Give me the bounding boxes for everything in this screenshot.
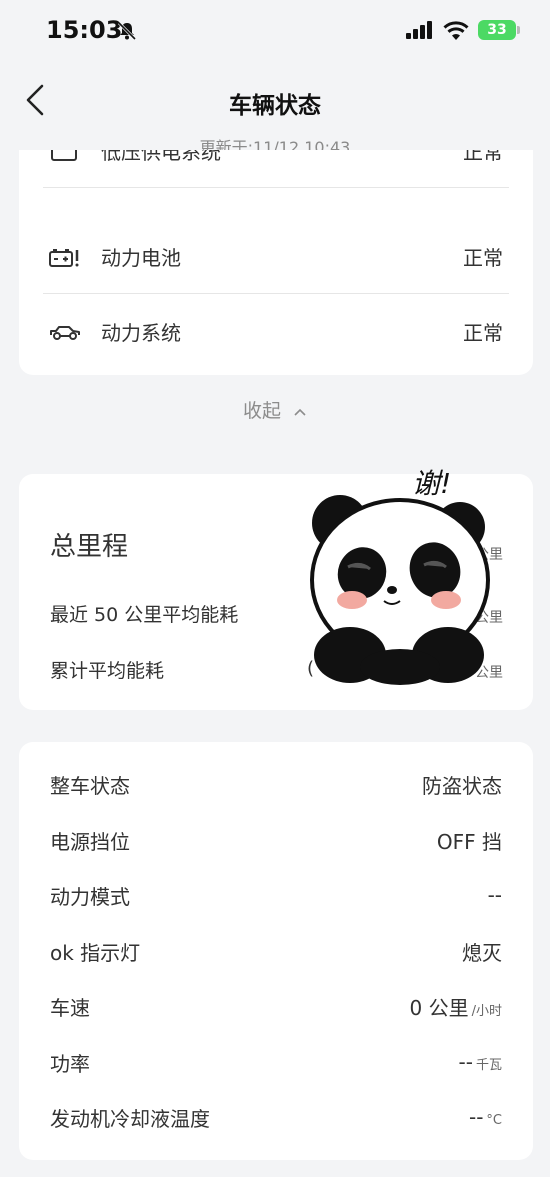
state-value: OFF 挡 bbox=[436, 829, 502, 854]
state-value: -- bbox=[487, 883, 502, 907]
panda-sticker-image: 谢! bbox=[310, 467, 490, 685]
system-row-power-battery: 动力电池 正常 bbox=[43, 220, 509, 294]
chevron-up-icon bbox=[294, 408, 306, 416]
state-label: ok 指示灯 bbox=[50, 940, 141, 965]
total-mileage-title: 总里程 bbox=[50, 532, 129, 562]
state-unit: 千瓦 bbox=[475, 1058, 502, 1073]
collapse-button[interactable]: 收起 bbox=[0, 396, 550, 423]
state-row: 发动机冷却液温度 -- °C bbox=[50, 1097, 502, 1137]
system-row-low-voltage: 低压供电系统 正常 bbox=[43, 150, 509, 188]
page-title: 车辆状态 bbox=[229, 93, 321, 119]
system-value: 正常 bbox=[463, 150, 503, 164]
status-bar: 15:03 33 bbox=[0, 0, 550, 62]
state-unit: /小时 bbox=[471, 1003, 502, 1019]
car-engine-icon bbox=[50, 326, 80, 340]
nav-bar: 车辆状态 更新于:11/12 10:43 bbox=[0, 62, 550, 162]
system-label: 动力电池 bbox=[101, 246, 181, 270]
bell-muted-icon bbox=[117, 21, 137, 41]
state-label: 动力模式 bbox=[50, 884, 130, 909]
collapse-label: 收起 bbox=[242, 400, 281, 422]
state-row: 电源挡位 OFF 挡 bbox=[50, 820, 502, 860]
total-consumption-label: 累计平均能耗 bbox=[50, 660, 165, 682]
state-value: 0 公里 bbox=[409, 995, 469, 1020]
state-value: 防盗状态 bbox=[422, 773, 502, 798]
system-label: 动力系统 bbox=[101, 320, 181, 345]
state-row: 动力模式 -- bbox=[50, 875, 502, 915]
battery-warning-icon bbox=[49, 248, 79, 267]
vehicle-state-card: 整车状态 防盗状态 电源挡位 OFF 挡 动力模式 -- ok 指示灯 熄灭 车… bbox=[19, 742, 533, 1160]
sticker-text: 谢! bbox=[412, 467, 451, 500]
state-row: 功率 -- 千瓦 bbox=[50, 1042, 502, 1082]
cellular-signal-icon bbox=[406, 21, 432, 39]
state-label: 电源挡位 bbox=[50, 829, 130, 854]
state-row: 车速 0 公里 /小时 bbox=[50, 986, 502, 1026]
recent-consumption-label: 最近 50 公里平均能耗 bbox=[50, 604, 239, 626]
state-label: 功率 bbox=[50, 1051, 90, 1076]
battery-level: 33 bbox=[487, 22, 507, 38]
state-value: 熄灭 bbox=[462, 940, 502, 965]
status-time: 15:03 bbox=[46, 16, 123, 44]
system-value: 正常 bbox=[463, 246, 503, 270]
state-label: 整车状态 bbox=[50, 773, 130, 798]
system-status-card: 低压供电系统 正常 动力电池 正常 动力系统 正常 bbox=[19, 150, 533, 375]
state-value: -- bbox=[468, 1105, 484, 1129]
state-label: 发动机冷却液温度 bbox=[50, 1106, 210, 1131]
battery-indicator: 33 bbox=[478, 20, 520, 40]
state-row: 整车状态 防盗状态 bbox=[50, 764, 502, 804]
battery-low-voltage-icon bbox=[51, 150, 77, 161]
state-value: -- bbox=[458, 1050, 473, 1074]
state-unit: °C bbox=[486, 1113, 502, 1128]
state-label: 车速 bbox=[50, 995, 90, 1020]
system-value: 正常 bbox=[463, 320, 503, 345]
state-row: ok 指示灯 熄灭 bbox=[50, 931, 502, 971]
system-label: 低压供电系统 bbox=[101, 150, 221, 164]
wifi-icon bbox=[443, 20, 469, 40]
system-row-powertrain: 动力系统 正常 bbox=[43, 294, 509, 368]
